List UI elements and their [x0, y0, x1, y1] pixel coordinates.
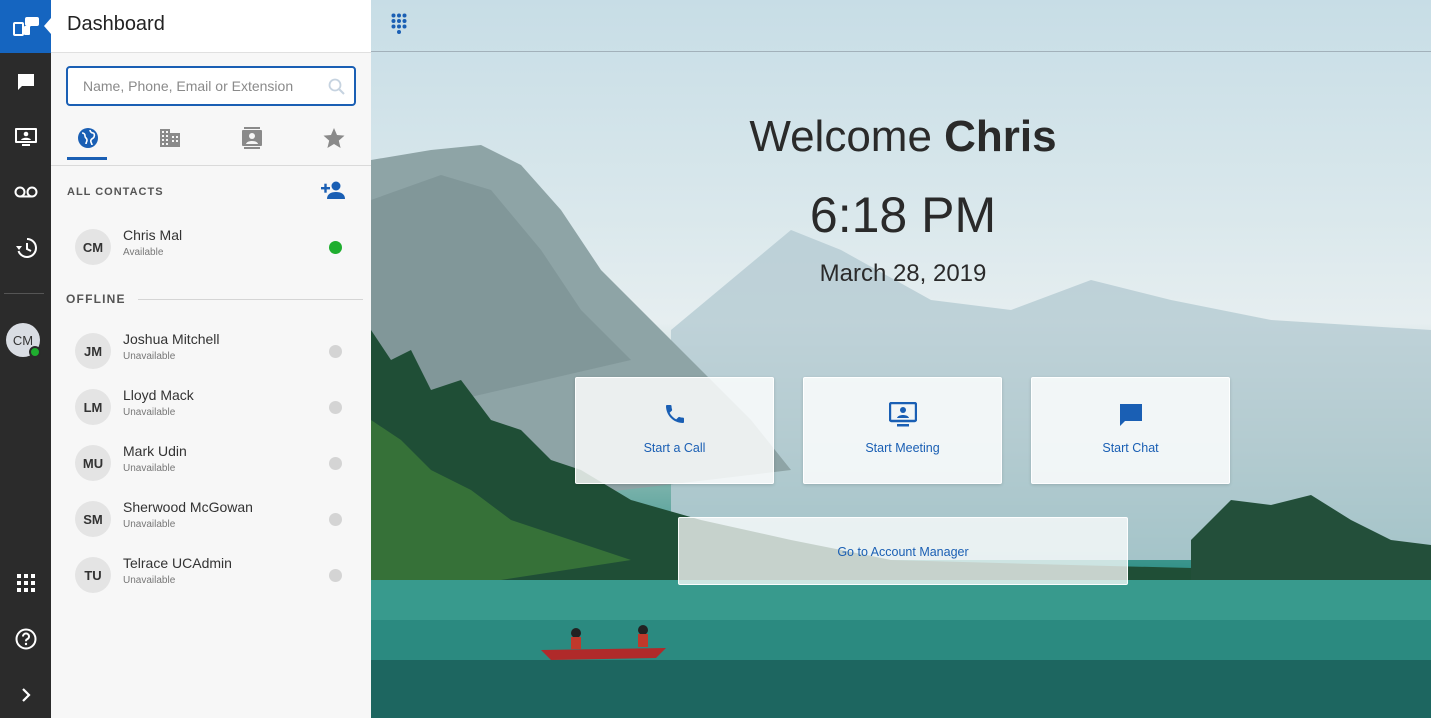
start-chat-button[interactable]: Start Chat: [1031, 377, 1230, 484]
page-title: Dashboard: [67, 13, 165, 35]
user-presence-dot: [29, 346, 41, 358]
tab-all-contacts[interactable]: [67, 118, 109, 160]
contact-name: Mark Udin: [123, 443, 187, 459]
rail-chat-button[interactable]: [0, 62, 51, 102]
presence-dot: [329, 401, 342, 414]
contact-tabs: [51, 118, 371, 166]
add-contact-button[interactable]: [321, 180, 345, 205]
offline-heading: OFFLINE: [66, 292, 126, 306]
start-meeting-button[interactable]: Start Meeting: [803, 377, 1002, 484]
welcome-user-name: Chris: [944, 112, 1057, 161]
contact-name: Sherwood McGowan: [123, 499, 253, 515]
globe-icon: [78, 128, 98, 148]
star-icon: [323, 128, 345, 148]
contact-avatar: SM: [75, 501, 111, 537]
phone-icon: [665, 405, 684, 423]
contact-avatar: CM: [75, 229, 111, 265]
all-contacts-heading: ALL CONTACTS: [67, 186, 164, 198]
contact-name: Lloyd Mack: [123, 387, 194, 403]
rail-history-button[interactable]: [0, 228, 51, 268]
contact-status: Unavailable: [123, 575, 176, 586]
presentation-icon: [888, 402, 917, 427]
offline-divider: [138, 299, 363, 300]
building-icon: [160, 129, 180, 147]
presence-dot: [329, 241, 342, 254]
chevron-right-icon: [21, 688, 31, 702]
contact-status: Unavailable: [123, 351, 176, 362]
contact-status: Unavailable: [123, 519, 176, 530]
history-icon: [15, 238, 37, 258]
presence-dot: [329, 345, 342, 358]
tab-favorites[interactable]: [313, 118, 355, 158]
voicemail-icon: [14, 186, 37, 198]
user-avatar-initials: CM: [12, 332, 34, 348]
welcome-prefix: Welcome: [749, 112, 932, 161]
contact-name: Telrace UCAdmin: [123, 555, 232, 571]
contact-status: Unavailable: [123, 463, 176, 474]
user-avatar[interactable]: CM: [6, 323, 41, 358]
presence-dot: [329, 569, 342, 582]
tab-company[interactable]: [149, 118, 191, 158]
clock-date: March 28, 2019: [819, 260, 987, 287]
contact-item[interactable]: MU Mark Udin Unavailable: [75, 441, 355, 485]
background-landscape: [371, 0, 1431, 718]
contact-avatar: LM: [75, 389, 111, 425]
contacts-panel: Dashboard ALL CONTACTS CM Chris Mal Avai…: [51, 0, 371, 718]
contact-avatar: MU: [75, 445, 111, 481]
contact-card-icon: [242, 127, 262, 149]
search-input[interactable]: [83, 68, 323, 104]
rail-expand-button[interactable]: [0, 675, 51, 715]
left-rail: CM: [0, 0, 51, 718]
start-meeting-label: Start Meeting: [865, 441, 940, 455]
presence-dot: [329, 513, 342, 526]
rail-voicemail-button[interactable]: [0, 172, 51, 212]
panel-header: Dashboard: [51, 0, 371, 53]
start-chat-label: Start Chat: [1102, 441, 1159, 455]
help-icon: [15, 628, 36, 650]
rail-meeting-button[interactable]: [0, 117, 51, 157]
search-box: [66, 66, 356, 106]
chat-icon: [1119, 404, 1142, 426]
tab-personal-contacts[interactable]: [231, 118, 273, 158]
contact-status: Available: [123, 247, 164, 258]
dashboard-icon: [12, 16, 39, 36]
apps-grid-icon: [16, 574, 35, 592]
rail-divider: [4, 293, 44, 294]
rail-apps-button[interactable]: [0, 563, 51, 603]
top-bar: [371, 0, 1431, 52]
dashboard-main: Welcome Chris 6:18 PM March 28, 2019 Sta…: [371, 0, 1431, 718]
add-person-icon: [321, 181, 345, 199]
contact-avatar: TU: [75, 557, 111, 593]
contact-item[interactable]: LM Lloyd Mack Unavailable: [75, 385, 355, 429]
contact-item[interactable]: JM Joshua Mitchell Unavailable: [75, 329, 355, 373]
dialpad-icon: [391, 13, 407, 34]
chat-icon: [17, 74, 34, 90]
contact-avatar: JM: [75, 333, 111, 369]
welcome-heading: Welcome Chris: [371, 112, 1431, 162]
rail-help-button[interactable]: [0, 619, 51, 659]
contact-item[interactable]: CM Chris Mal Available: [75, 225, 355, 269]
clock-time: 6:18 PM: [809, 187, 997, 243]
search-icon[interactable]: [328, 78, 346, 101]
presence-dot: [329, 457, 342, 470]
contact-name: Joshua Mitchell: [123, 331, 220, 347]
presentation-icon: [14, 128, 37, 146]
account-manager-button[interactable]: Go to Account Manager: [678, 517, 1128, 585]
contact-item[interactable]: SM Sherwood McGowan Unavailable: [75, 497, 355, 541]
contact-name: Chris Mal: [123, 227, 183, 243]
contact-status: Unavailable: [123, 407, 176, 418]
start-call-button[interactable]: Start a Call: [575, 377, 774, 484]
rail-dashboard-button[interactable]: [0, 0, 51, 53]
dialpad-button[interactable]: [391, 13, 407, 40]
contact-item[interactable]: TU Telrace UCAdmin Unavailable: [75, 553, 355, 597]
start-call-label: Start a Call: [643, 441, 706, 455]
